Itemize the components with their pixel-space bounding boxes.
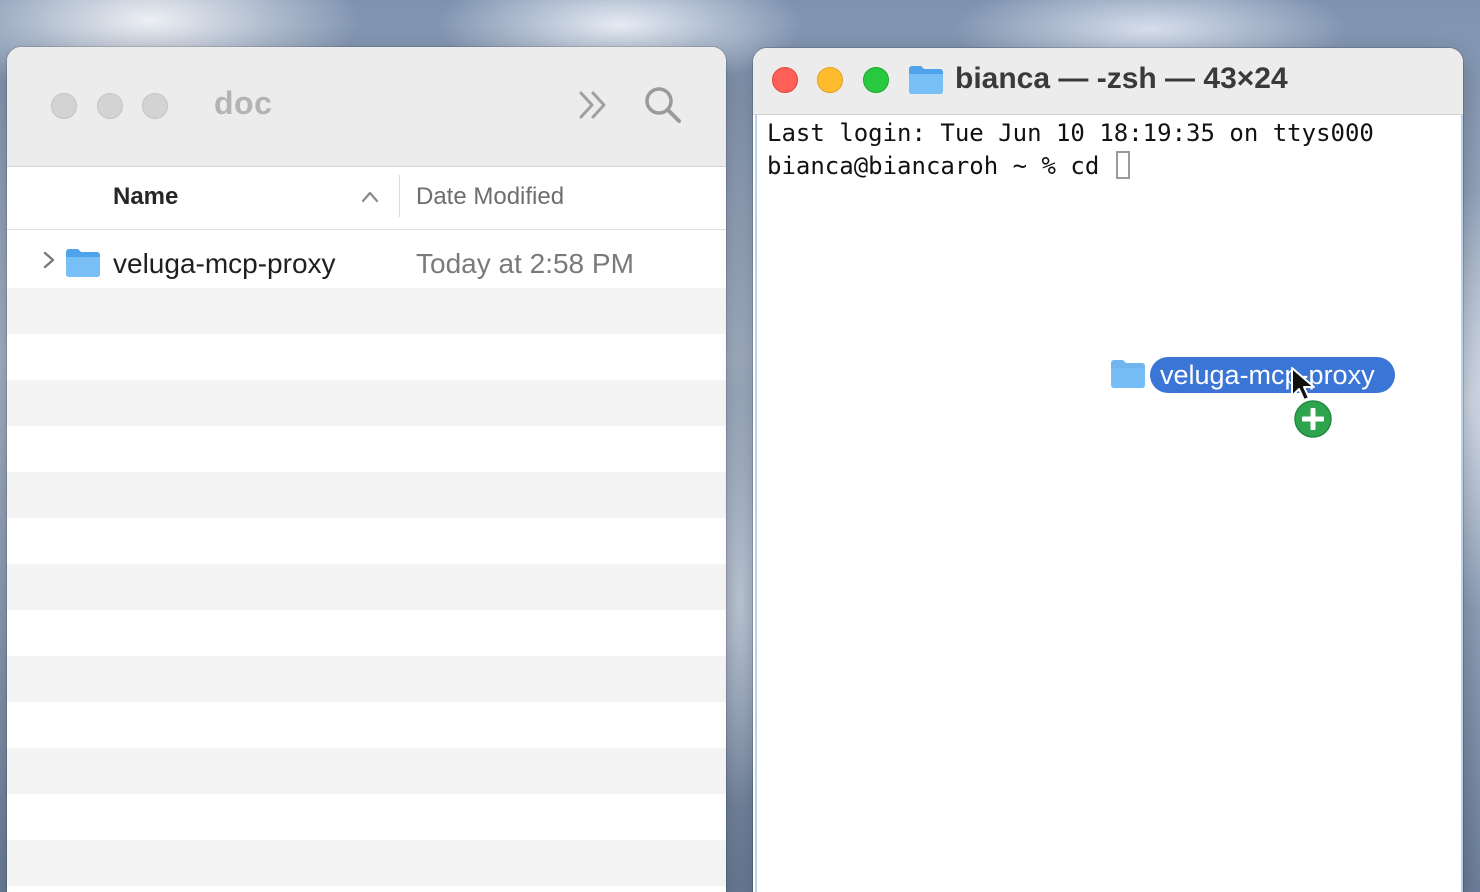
drag-ghost: veluga-mcp-proxy — [1110, 357, 1440, 397]
column-divider[interactable] — [399, 175, 400, 217]
file-date: Today at 2:58 PM — [416, 248, 634, 279]
terminal-titlebar: bianca — -zsh — 43×24 — [753, 48, 1463, 115]
file-name: veluga-mcp-proxy — [113, 248, 336, 279]
folder-icon — [1111, 360, 1145, 388]
finder-window: doc Name Date Modified veluga-mcp-proxy — [7, 47, 726, 892]
column-name-header[interactable]: Name — [113, 183, 178, 211]
plus-badge-icon — [1291, 397, 1335, 441]
empty-row — [7, 472, 726, 518]
close-button[interactable] — [772, 67, 798, 93]
empty-row — [7, 564, 726, 610]
empty-row — [7, 334, 726, 380]
column-date-modified-header[interactable]: Date Modified — [416, 183, 564, 211]
empty-row — [7, 610, 726, 656]
empty-row — [7, 288, 726, 334]
terminal-output[interactable]: Last login: Tue Jun 10 18:19:35 on ttys0… — [755, 115, 1463, 892]
disclosure-triangle-icon[interactable] — [41, 250, 57, 270]
zoom-button-inactive[interactable] — [142, 93, 168, 119]
terminal-line: Last login: Tue Jun 10 18:19:35 on ttys0… — [767, 119, 1374, 147]
finder-toolbar: doc — [7, 47, 726, 167]
window-title: doc — [214, 85, 273, 121]
folder-icon — [909, 66, 943, 94]
empty-row — [7, 380, 726, 426]
sort-ascending-icon[interactable] — [360, 187, 380, 207]
drag-label: veluga-mcp-proxy — [1150, 357, 1395, 393]
search-icon[interactable] — [643, 85, 683, 125]
empty-row — [7, 656, 726, 702]
empty-row — [7, 794, 726, 840]
empty-row — [7, 702, 726, 748]
column-header: Name Date Modified — [7, 167, 726, 230]
terminal-window: bianca — -zsh — 43×24 Last login: Tue Ju… — [753, 48, 1463, 892]
empty-row — [7, 748, 726, 794]
terminal-prompt: bianca@biancaroh ~ % cd — [767, 152, 1114, 180]
minimize-button[interactable] — [817, 67, 843, 93]
minimize-button-inactive[interactable] — [97, 93, 123, 119]
text-cursor — [1115, 151, 1130, 179]
empty-row — [7, 840, 726, 886]
empty-row — [7, 426, 726, 472]
terminal-prompt-line: bianca@biancaroh ~ % cd — [767, 151, 1130, 180]
empty-row — [7, 886, 726, 892]
chevron-double-right-icon[interactable] — [575, 87, 611, 123]
empty-row — [7, 518, 726, 564]
zoom-button[interactable] — [863, 67, 889, 93]
file-list: veluga-mcp-proxy Today at 2:58 PM — [7, 230, 726, 892]
window-title: bianca — -zsh — 43×24 — [955, 62, 1288, 95]
folder-icon — [66, 249, 100, 277]
close-button-inactive[interactable] — [51, 93, 77, 119]
list-item[interactable]: veluga-mcp-proxy Today at 2:58 PM — [7, 230, 726, 288]
